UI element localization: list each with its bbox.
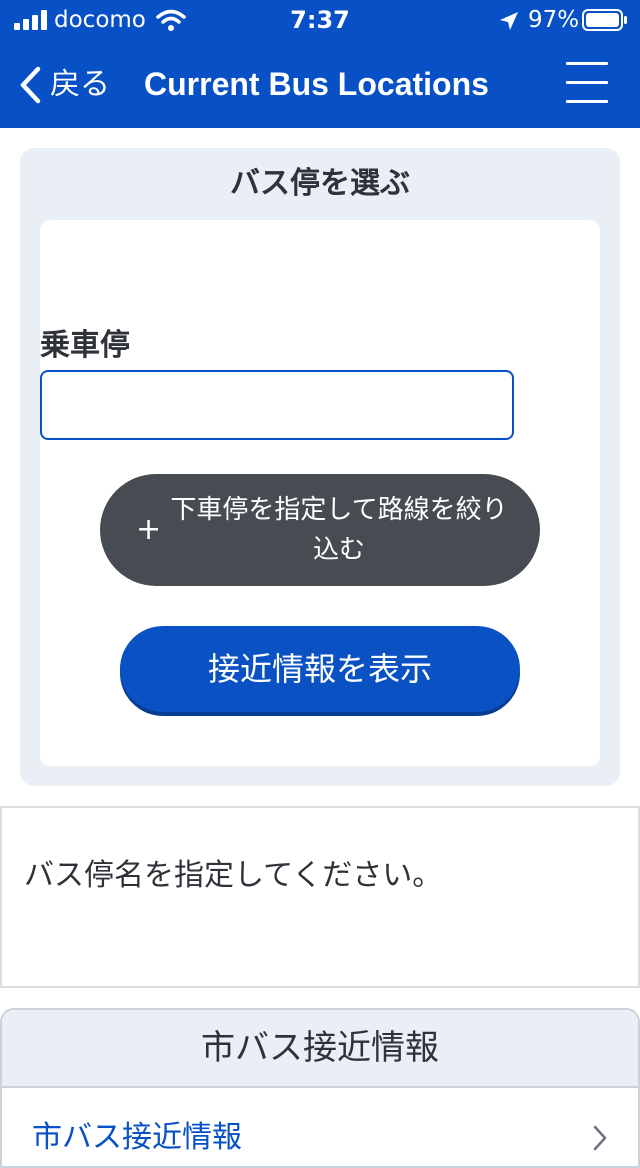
show-approach-info-button[interactable]: 接近情報を表示	[120, 626, 520, 712]
battery-percent: 97%	[528, 7, 580, 33]
status-bar: docomo 7:37 97%	[0, 0, 640, 40]
page-title: Current Bus Locations	[144, 66, 489, 102]
boarding-stop-input[interactable]	[40, 370, 514, 440]
city-bus-info-card: 市バス接近情報 市バス接近情報	[0, 1008, 640, 1168]
menu-line	[566, 100, 608, 103]
app-header: docomo 7:37 97% 戻る Current Bus Locations	[0, 0, 640, 128]
back-label: 戻る	[50, 67, 110, 102]
chevron-left-icon	[20, 66, 41, 104]
back-button[interactable]: 戻る	[14, 64, 124, 106]
city-bus-info-title: 市バス接近情報	[201, 1028, 439, 1068]
menu-line	[566, 62, 608, 65]
boarding-stop-label: 乗車停	[40, 328, 130, 363]
city-bus-info-link[interactable]: 市バス接近情報	[32, 1118, 242, 1158]
menu-line	[566, 81, 608, 84]
message-box: バス停名を指定してください。	[0, 806, 640, 988]
hamburger-menu-icon[interactable]	[566, 60, 610, 106]
filter-button-label: 下車停を指定して路線を絞り込む	[170, 495, 508, 565]
chevron-right-icon[interactable]	[592, 1124, 608, 1152]
filter-by-alighting-stop-button[interactable]: + 下車停を指定して路線を絞り込む	[100, 474, 540, 586]
city-bus-info-header: 市バス接近情報	[2, 1010, 638, 1088]
panel-title: バス停を選ぶ	[230, 166, 410, 201]
nav-bar: 戻る Current Bus Locations	[0, 40, 640, 128]
plus-icon: +	[136, 512, 162, 547]
message-text: バス停名を指定してください。	[24, 858, 443, 893]
battery-icon	[582, 9, 627, 31]
location-arrow-icon	[500, 12, 518, 30]
